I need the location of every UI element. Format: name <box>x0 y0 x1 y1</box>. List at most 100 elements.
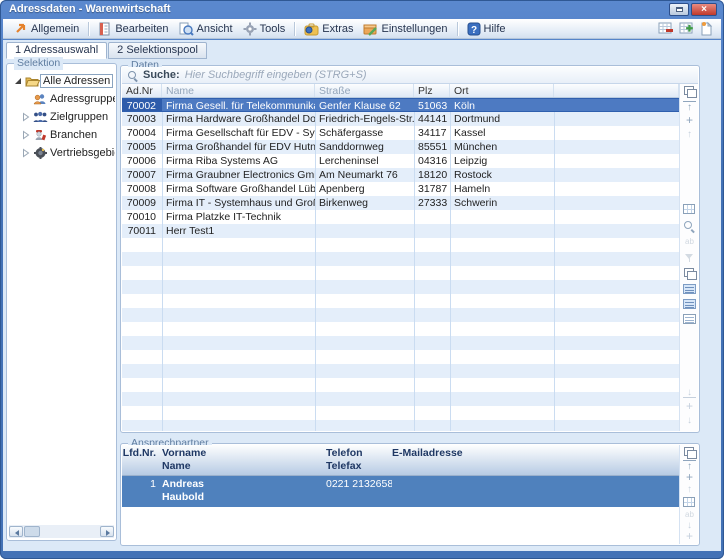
grid-search-icon[interactable] <box>683 220 696 232</box>
expander-collapsed-icon[interactable] <box>20 130 32 140</box>
search-icon <box>127 70 138 81</box>
column-header-ort[interactable]: Ort <box>450 84 554 97</box>
column-header-strasse[interactable]: Straße <box>315 84 414 97</box>
menu-einstellungen[interactable]: Einstellungen <box>358 21 452 37</box>
address-grid: Ad.Nr ▼ Name Straße Plz Ort 70002 Firma … <box>122 84 679 431</box>
table-row[interactable]: 70011 Herr Test1 <box>122 224 679 238</box>
cell-name: Firma Graubner Electronics GmbH <box>162 168 315 182</box>
table-row-selected[interactable]: 70002 Firma Gesell. für Telekommunikatio… <box>122 98 679 112</box>
menu-tools[interactable]: Tools <box>238 21 291 37</box>
scroll-up-icon[interactable] <box>683 129 696 141</box>
text-filter-icon[interactable] <box>683 236 696 248</box>
cell-adnr: 70009 <box>122 196 162 210</box>
add-row-bottom-icon[interactable] <box>683 401 696 413</box>
table-row[interactable]: 70010 Firma Platzke IT-Technik <box>122 210 679 224</box>
cell-ort: Hameln <box>450 182 554 196</box>
table-row[interactable]: 70009 Firma IT - Systemhaus und Großhand… <box>122 196 679 210</box>
empty-row <box>122 266 679 280</box>
column-header-vorname-name[interactable]: Vorname Name <box>162 447 326 475</box>
table-row[interactable]: 70007 Firma Graubner Electronics GmbH Am… <box>122 168 679 182</box>
column-header-lfdnr[interactable]: Lfd.Nr. <box>122 447 162 475</box>
cell-strasse: Friedrich-Engels-Str. <box>315 112 414 126</box>
menu-bearbeiten[interactable]: Bearbeiten <box>93 21 173 37</box>
tree-horizontal-scrollbar[interactable] <box>9 525 114 538</box>
scrollbar-thumb[interactable] <box>24 526 40 537</box>
column-header-name[interactable]: Name <box>162 84 315 97</box>
cell-adnr: 70006 <box>122 154 162 168</box>
search-label: Suche: <box>143 69 180 81</box>
column-header-adnr[interactable]: Ad.Nr ▼ <box>122 84 162 97</box>
menu-label: Hilfe <box>484 23 506 35</box>
new-document-icon[interactable] <box>700 21 713 36</box>
tree-item-vertriebsgebiete[interactable]: Vertriebsgebiete <box>8 144 115 162</box>
list-view-3-icon[interactable] <box>683 314 696 324</box>
close-button[interactable]: × <box>691 3 717 16</box>
table-row[interactable]: 70003 Firma Hardware Großhandel Dortmund… <box>122 112 679 126</box>
magnifier-page-icon <box>179 22 194 36</box>
tree-item-adressgruppen[interactable]: Adressgruppen <box>8 90 115 108</box>
selection-tree: Alle Adressen Adressgruppen Zielgruppen … <box>8 65 115 524</box>
sales-regions-icon <box>32 147 48 159</box>
scroll-to-bottom-icon[interactable] <box>683 387 696 398</box>
table-remove-icon[interactable] <box>658 21 674 36</box>
scroll-right-button[interactable] <box>100 526 114 537</box>
grid-view-icon[interactable] <box>683 204 695 214</box>
expander-collapsed-icon[interactable] <box>20 148 32 158</box>
tree-item-alle-adressen[interactable]: Alle Adressen <box>8 72 115 90</box>
cell-ort: Köln <box>450 99 554 111</box>
table-add-icon[interactable] <box>679 21 695 36</box>
menu-extras[interactable]: Extras <box>299 21 358 37</box>
add-row-icon[interactable] <box>683 115 696 127</box>
column-header-email[interactable]: E-Mailadresse <box>392 447 679 475</box>
column-label: Vorname <box>162 447 326 460</box>
add-row-bottom-icon[interactable] <box>683 531 696 543</box>
expander-collapsed-icon[interactable] <box>20 112 32 122</box>
cell-name: Herr Test1 <box>162 224 315 238</box>
grid-rows: 70002 Firma Gesell. für Telekommunikatio… <box>122 98 679 431</box>
cell-plz: 51063 <box>414 99 450 111</box>
copy-grid-icon[interactable] <box>683 447 696 459</box>
menu-hilfe[interactable]: ? Hilfe <box>462 21 511 37</box>
column-header-plz[interactable]: Plz <box>414 84 450 97</box>
empty-row <box>122 420 679 431</box>
cell-plz: 44141 <box>414 112 450 126</box>
scroll-up-icon[interactable] <box>683 484 696 496</box>
contact-row-selected[interactable]: 1 Andreas Haubold 0221 2132658 <box>122 476 679 507</box>
empty-row <box>122 336 679 350</box>
cell-strasse: Schäfergasse <box>315 126 414 140</box>
column-header-telefon-telefax[interactable]: Telefon Telefax <box>326 447 392 475</box>
title-bar[interactable]: Adressdaten - Warenwirtschaft × <box>0 0 724 19</box>
list-view-2-icon[interactable] <box>683 299 696 309</box>
cell-adnr: 70005 <box>122 140 162 154</box>
scroll-left-button[interactable] <box>9 526 23 537</box>
filter-icon[interactable] <box>683 252 696 264</box>
copy-grid-icon[interactable] <box>683 86 696 98</box>
cell-strasse <box>315 210 414 224</box>
table-row[interactable]: 70008 Firma Software Großhandel Lübke AG… <box>122 182 679 196</box>
menu-allgemein[interactable]: Allgemein <box>9 21 84 36</box>
empty-row <box>122 294 679 308</box>
tree-label: Alle Adressen <box>40 74 113 88</box>
column-label: Ad.Nr <box>126 85 153 97</box>
scroll-down-icon[interactable] <box>683 415 696 427</box>
toolbox-icon <box>304 22 319 36</box>
search-bar[interactable]: Suche: Hier Suchbegriff eingeben (STRG+S… <box>122 67 698 84</box>
grid-view-icon[interactable] <box>683 497 695 507</box>
expander-expanded-icon[interactable] <box>12 76 24 86</box>
tab-selektionspool[interactable]: 2 Selektionspool <box>108 42 207 59</box>
tree-label: Zielgruppen <box>48 111 110 123</box>
table-row[interactable]: 70005 Firma Großhandel für EDV Hutner Sa… <box>122 140 679 154</box>
table-row[interactable]: 70004 Firma Gesellschaft für EDV - Syste… <box>122 126 679 140</box>
cell-name: Firma Riba Systems AG <box>162 154 315 168</box>
menu-ansicht[interactable]: Ansicht <box>174 21 238 37</box>
add-row-icon[interactable] <box>683 472 696 484</box>
cell-plz: 18120 <box>414 168 450 182</box>
restore-button[interactable] <box>669 3 689 16</box>
tree-item-branchen[interactable]: Branchen <box>8 126 115 144</box>
list-view-1-icon[interactable] <box>683 284 696 294</box>
duplicate-icon[interactable] <box>683 268 696 280</box>
scroll-to-top-icon[interactable] <box>683 101 696 112</box>
table-row[interactable]: 70006 Firma Riba Systems AG Lercheninsel… <box>122 154 679 168</box>
tree-item-zielgruppen[interactable]: Zielgruppen <box>8 108 115 126</box>
empty-row <box>122 392 679 406</box>
